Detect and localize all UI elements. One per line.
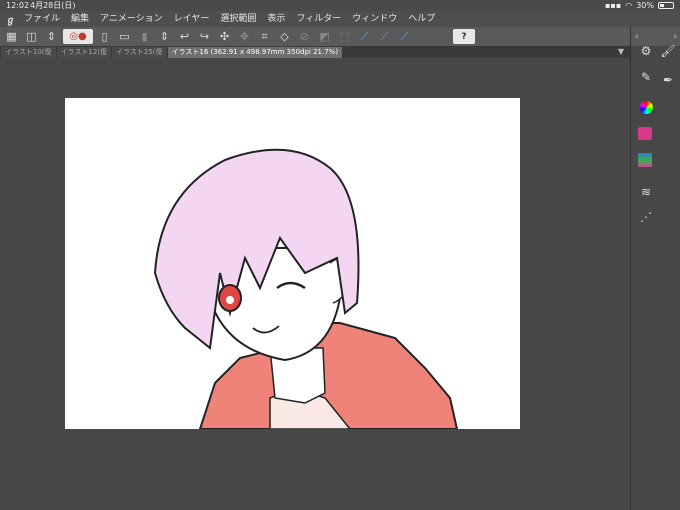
eraser-icon[interactable]: ◇	[276, 29, 293, 44]
menu-layer[interactable]: レイヤー	[174, 11, 210, 27]
menu-window[interactable]: ウィンドウ	[352, 11, 397, 27]
menu-view[interactable]: 表示	[267, 11, 285, 27]
wifi-icon: ◠	[625, 1, 633, 10]
redo-icon[interactable]: ↪	[196, 29, 213, 44]
menu-bar: ℊ ファイル 編集 アニメーション レイヤー 選択範囲 表示 フィルター ウィン…	[0, 11, 680, 27]
crop-icon[interactable]: ⌗	[256, 29, 273, 44]
tab-dropdown-icon[interactable]: ▼	[618, 47, 624, 56]
brush-icon[interactable]: 🖌	[659, 43, 677, 59]
document-tabs: イラスト10(復 イラスト12(復 イラスト25(復 イラスト16 (362.9…	[0, 46, 630, 58]
color-palette-icon[interactable]	[638, 127, 652, 140]
settings-gear-icon[interactable]: ⚙	[637, 43, 655, 59]
snap-grid-icon[interactable]: ⟋	[396, 29, 413, 44]
command-bar: ▦ ◫ ⇕ ◎● ▯ ▭ ▮ ⇕ ↩ ↪ ✣ ✥ ⌗ ◇ ⊘ ◩ ⬚ ⟋ ⟋ ⟋…	[0, 27, 630, 47]
app-logo-icon[interactable]: ℊ	[6, 13, 24, 26]
color-set-icon[interactable]	[638, 153, 652, 167]
undo-icon[interactable]: ↩	[176, 29, 193, 44]
menu-animation[interactable]: アニメーション	[100, 11, 163, 27]
menu-filter[interactable]: フィルター	[296, 11, 341, 27]
menu-file[interactable]: ファイル	[24, 11, 60, 27]
snap-special-icon[interactable]: ⟋	[376, 29, 393, 44]
tab-illust25[interactable]: イラスト25(復	[112, 47, 167, 58]
fill-icon[interactable]: ◩	[316, 29, 333, 44]
signal-icon: ▪▪▪	[604, 1, 622, 10]
canvas-area[interactable]	[0, 58, 630, 510]
drawing-canvas[interactable]	[65, 98, 520, 429]
stepper-icon-2[interactable]: ⇕	[156, 29, 173, 44]
layers-icon[interactable]: ≋	[637, 184, 655, 200]
battery-text: 30%	[636, 1, 654, 10]
collapse-right-icon[interactable]: ›	[673, 32, 677, 42]
new-canvas-icon[interactable]: ◫	[23, 29, 40, 44]
tab-illust12[interactable]: イラスト12(復	[56, 47, 111, 58]
clear-icon[interactable]: ⊘	[296, 29, 313, 44]
stepper-icon[interactable]: ⇕	[43, 29, 60, 44]
select-icon[interactable]: ⬚	[336, 29, 353, 44]
status-right: ▪▪▪ ◠ 30%	[605, 0, 674, 11]
eye-highlight	[226, 296, 234, 304]
right-palette-bar: ‹ › ⚙ 🖌 ✎ ✒ ≋ ⋰	[630, 27, 680, 510]
help-button[interactable]: ?	[453, 29, 475, 44]
collapse-left-icon[interactable]: ‹	[635, 32, 639, 42]
layer-property-icon[interactable]: ⋰	[637, 209, 655, 225]
transform-icon[interactable]: ✣	[216, 29, 233, 44]
menu-edit[interactable]: 編集	[71, 11, 89, 27]
status-time: 12:02	[6, 1, 30, 10]
tab-illust10[interactable]: イラスト10(復	[1, 47, 56, 58]
battery-icon	[658, 2, 674, 9]
cloud-sync-button[interactable]: ◎●	[63, 29, 93, 44]
pen-nib-icon[interactable]: ✒	[659, 72, 677, 88]
save-icon[interactable]: ▮	[136, 29, 153, 44]
tab-illust16[interactable]: イラスト16 (362.91 x 498.97mm 350dpi 21.7%)	[167, 47, 343, 58]
move-icon[interactable]: ✥	[236, 29, 253, 44]
new-file-icon[interactable]: ▯	[96, 29, 113, 44]
illustration	[153, 148, 459, 429]
menu-selection[interactable]: 選択範囲	[220, 11, 256, 27]
status-date: 4月28日(日)	[30, 1, 76, 10]
menu-help[interactable]: ヘルプ	[408, 11, 435, 27]
sub-tool-icon[interactable]: ✎	[637, 69, 655, 85]
color-wheel-icon[interactable]	[640, 101, 653, 114]
ios-status-bar: 12:02 4月28日(日) ▪▪▪ ◠ 30%	[0, 0, 680, 11]
open-folder-icon[interactable]: ▭	[116, 29, 133, 44]
snap-ruler-icon[interactable]: ⟋	[356, 29, 373, 44]
grid-menu-icon[interactable]: ▦	[3, 29, 20, 44]
